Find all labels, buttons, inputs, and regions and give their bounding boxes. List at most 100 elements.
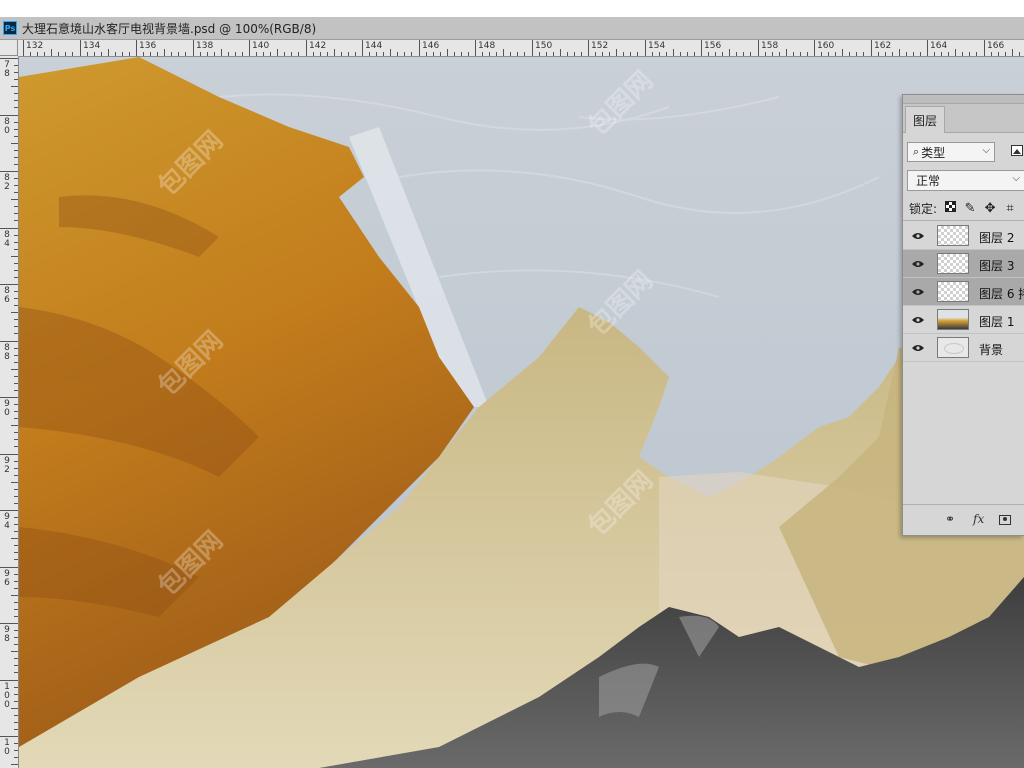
ruler-minor-tick <box>14 93 18 94</box>
ruler-minor-tick <box>14 609 18 610</box>
ruler-minor-tick <box>348 52 349 56</box>
ruler-minor-tick <box>11 199 18 200</box>
ruler-major-tick <box>645 40 646 56</box>
document-tab-bar[interactable]: Ps 大理石意境山水客厅电视背景墙.psd @ 100%(RGB/8) <box>0 17 1024 40</box>
ruler-minor-tick <box>510 52 511 56</box>
ruler-label: 136 <box>139 41 157 51</box>
ruler-major-tick <box>758 40 759 56</box>
ruler-label: 86 <box>4 286 10 305</box>
ruler-minor-tick <box>14 750 18 751</box>
ruler-minor-tick <box>313 52 314 56</box>
ruler-minor-tick <box>14 672 18 673</box>
ruler-minor-tick <box>355 52 356 56</box>
panel-tabs: 图层 <box>903 104 1024 133</box>
ruler-minor-tick <box>14 263 18 264</box>
ruler-minor-tick <box>14 496 18 497</box>
eye-icon[interactable] <box>911 229 925 243</box>
ruler-minor-tick <box>567 52 568 56</box>
eye-icon[interactable] <box>911 313 925 327</box>
ruler-minor-tick <box>14 602 18 603</box>
eye-icon[interactable] <box>911 285 925 299</box>
ruler-minor-tick <box>14 517 18 518</box>
ruler-minor-tick <box>298 52 299 56</box>
ruler-minor-tick <box>11 538 18 539</box>
ruler-minor-tick <box>955 49 956 56</box>
ruler-minor-tick <box>821 52 822 56</box>
ruler-minor-tick <box>765 52 766 56</box>
lock-paint-icon[interactable]: ✎ <box>963 201 977 216</box>
lock-transparent-icon[interactable] <box>943 200 957 216</box>
tab-layers[interactable]: 图层 <box>905 106 945 133</box>
ruler-minor-tick <box>14 630 18 631</box>
vertical-ruler[interactable]: 78 80 82 84 86 88 90 92 94 96 98 100 10 <box>0 56 19 768</box>
ruler-major-tick <box>0 623 18 624</box>
layer-row[interactable]: 图层 1 <box>903 306 1024 334</box>
ruler-minor-tick <box>14 164 18 165</box>
ruler-minor-tick <box>383 52 384 56</box>
layer-row[interactable]: 图层 3 <box>903 250 1024 278</box>
ruler-corner[interactable] <box>0 40 18 56</box>
ruler-minor-tick <box>920 52 921 56</box>
link-icon[interactable]: ⚭ <box>945 512 955 526</box>
ruler-minor-tick <box>221 49 222 56</box>
mask-icon[interactable] <box>999 515 1011 525</box>
ruler-minor-tick <box>14 439 18 440</box>
ruler-minor-tick <box>750 52 751 56</box>
lock-artboard-icon[interactable]: ⌗ <box>1003 201 1017 216</box>
ruler-minor-tick <box>14 376 18 377</box>
chevron-down-icon: ⌵ <box>1012 173 1020 184</box>
ruler-minor-tick <box>539 52 540 56</box>
ruler-minor-tick <box>11 595 18 596</box>
fx-button[interactable]: fx <box>973 512 984 526</box>
ruler-minor-tick <box>715 52 716 56</box>
panel-grip[interactable] <box>903 95 1024 104</box>
ruler-minor-tick <box>14 249 18 250</box>
horizontal-ruler[interactable]: 132 134 136 138 140 142 144 146 148 150 152 154 156 1… <box>18 40 1024 57</box>
ruler-minor-tick <box>14 432 18 433</box>
ruler-minor-tick <box>14 644 18 645</box>
eye-icon[interactable] <box>911 257 925 271</box>
ruler-minor-tick <box>14 122 18 123</box>
top-white-strip <box>0 0 1024 17</box>
ruler-minor-tick <box>546 52 547 56</box>
ruler-major-tick <box>871 40 872 56</box>
ruler-label: 84 <box>4 230 10 249</box>
ruler-minor-tick <box>729 49 730 56</box>
ruler-minor-tick <box>14 362 18 363</box>
ruler-minor-tick <box>722 52 723 56</box>
lock-move-icon[interactable]: ✥ <box>983 201 997 216</box>
ruler-minor-tick <box>263 52 264 56</box>
layer-name: 图层 2 <box>979 231 1015 245</box>
document-canvas[interactable]: 包图网 包图网 包图网 包图网 包图网 包图网 <box>19 57 1024 768</box>
layer-thumbnail <box>937 309 969 330</box>
ruler-minor-tick <box>743 52 744 56</box>
ruler-minor-tick <box>11 482 18 483</box>
ruler-minor-tick <box>14 206 18 207</box>
ruler-minor-tick <box>11 143 18 144</box>
ruler-label: 94 <box>4 512 10 531</box>
ruler-label: 10 <box>4 738 10 757</box>
ruler-minor-tick <box>411 52 412 56</box>
ruler-minor-tick <box>14 136 18 137</box>
eye-icon[interactable] <box>911 341 925 355</box>
ruler-minor-tick <box>991 52 992 56</box>
layer-filter-label: 类型 <box>921 145 946 160</box>
ruler-minor-tick <box>786 49 787 56</box>
layer-row[interactable]: 图层 6 拷 <box>903 278 1024 306</box>
filter-image-icon[interactable] <box>1011 145 1023 156</box>
ruler-major-tick <box>0 171 18 172</box>
blend-mode-select[interactable]: 正常 ⌵ <box>907 170 1024 191</box>
ruler-major-tick <box>80 40 81 56</box>
ruler-minor-tick <box>602 52 603 56</box>
document-title[interactable]: 大理石意境山水客厅电视背景墙.psd @ 100%(RGB/8) <box>22 20 316 37</box>
ruler-minor-tick <box>772 52 773 56</box>
layers-panel[interactable]: 图层 ⌕ 类型 ⌵ 正常 ⌵ 锁定: ✎ ✥ ⌗ 图层 2 图层 3 图层 6 … <box>902 94 1024 536</box>
layer-filter-select[interactable]: ⌕ 类型 ⌵ <box>907 142 995 162</box>
ruler-minor-tick <box>14 743 18 744</box>
layer-row[interactable]: 图层 2 <box>903 222 1024 250</box>
ruler-label: 152 <box>591 41 609 51</box>
layer-row[interactable]: 背景 <box>903 334 1024 362</box>
ruler-label: 88 <box>4 343 10 362</box>
ruler-minor-tick <box>14 757 18 758</box>
ruler-minor-tick <box>14 475 18 476</box>
